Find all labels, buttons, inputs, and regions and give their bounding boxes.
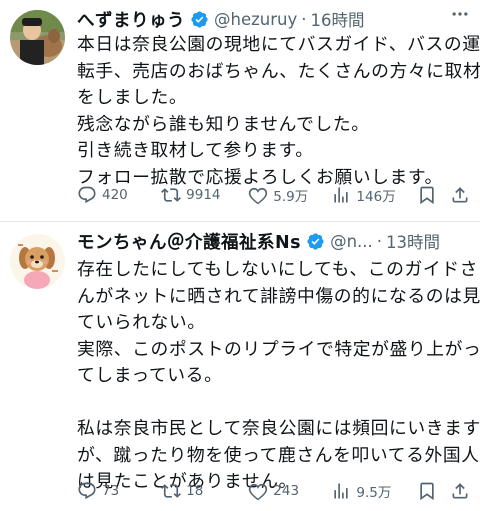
display-name[interactable]: へずまりゅう [77,7,185,32]
timestamp[interactable]: 16時間 [310,7,364,31]
handle[interactable]: @hezuruy [214,10,297,29]
action-bar: 420 9914 5.9万 146万 [77,180,472,210]
like-button[interactable]: 5.9万 [248,185,331,205]
tweet-text-line: ていられない。 [77,312,206,333]
views-count: 9.5万 [356,485,392,501]
avatar-dog-illustration-icon [10,234,65,289]
like-icon [249,483,268,501]
avatar[interactable] [10,10,65,65]
verified-badge-icon [306,232,325,251]
display-name[interactable]: モンちゃん＠介護福祉系Ns [77,229,301,254]
tweet-text-line: 実際、このポストのリプライで特定が盛り上がっ [77,338,480,360]
tweet-text-line: 存在したにしてもしないにしても、このガイドさ [77,259,479,280]
tweet-text-line: が、蹴ったり物を使って鹿さんを叩いてる外国人 [77,444,480,466]
tweet-header: モンちゃん＠介護福祉系Ns @n... · 13時間 [77,226,472,256]
repost-icon [161,484,182,498]
handle[interactable]: @n... [330,232,373,251]
views-count: 146万 [356,189,396,205]
share-button[interactable] [450,481,472,501]
views-button[interactable]: 146万 [331,185,416,205]
repost-count: 18 [186,483,204,499]
bookmark-button[interactable] [417,185,451,205]
share-button[interactable] [450,185,472,205]
repost-button[interactable]: 18 [161,481,248,501]
reply-button[interactable]: 73 [77,481,161,501]
reply-icon [78,186,96,204]
tweet-text-line: 本日は奈良公園の現地にてバスガイド、バスの運 [77,34,480,55]
reply-icon [78,482,96,500]
like-count: 5.9万 [273,189,309,205]
views-icon [334,187,349,203]
share-icon [452,187,468,203]
tweet-text-line: んがネットに晒されて誹謗中傷の的になるのは見 [77,285,480,307]
timestamp[interactable]: 13時間 [386,229,440,253]
separator-dot: · [301,9,307,29]
reply-button[interactable]: 420 [77,185,161,205]
bookmark-icon [419,482,434,501]
tweet-text-line: てしまっている。 [77,365,223,386]
tweet-text: 本日は奈良公園の現地にてバスガイド、バスの運 転手、売店のおばちゃん、たくさんの… [77,32,480,191]
tweet-text-line: 転手、売店のおばちゃん、たくさんの方々に取材 [77,60,480,82]
avatar-photo-icon [10,10,65,65]
bookmark-button[interactable] [417,481,451,501]
tweet-header: へずまりゅう @hezuruy · 16時間 [77,4,472,34]
like-count: 243 [273,483,300,499]
tweet-text: 存在したにしてもしないにしても、このガイドさ んがネットに晒されて誹謗中傷の的に… [77,257,480,496]
repost-icon [161,188,182,202]
avatar[interactable] [10,234,65,289]
tweet[interactable]: モンちゃん＠介護福祉系Ns @n... · 13時間 存在したにしてもしないにし… [0,222,480,511]
reply-count: 73 [102,483,120,499]
like-icon [249,187,268,205]
tweet-text-blank-line [77,390,475,417]
repost-button[interactable]: 9914 [161,185,248,205]
repost-count: 9914 [186,187,221,203]
more-icon[interactable] [448,2,472,26]
views-button[interactable]: 9.5万 [331,481,416,501]
reply-count: 420 [102,187,128,203]
action-bar: 73 18 243 9.5万 [77,476,472,506]
tweet-text-line: 私は奈良市民として奈良公園には頻回にいきます [77,418,480,439]
share-icon [452,483,468,499]
tweet-text-line: をしました。 [77,87,188,108]
verified-badge-icon [190,10,209,29]
like-button[interactable]: 243 [248,481,331,501]
bookmark-icon [419,186,434,205]
tweet[interactable]: へずまりゅう @hezuruy · 16時間 本日は奈良公園の現地にてバスガイド… [0,0,480,222]
views-icon [334,483,349,499]
separator-dot: · [376,231,383,251]
tweet-text-line: 引き続き取材して参ります。 [77,140,314,161]
tweet-text-line: 残念ながら誰も知りませんでした。 [77,113,370,135]
